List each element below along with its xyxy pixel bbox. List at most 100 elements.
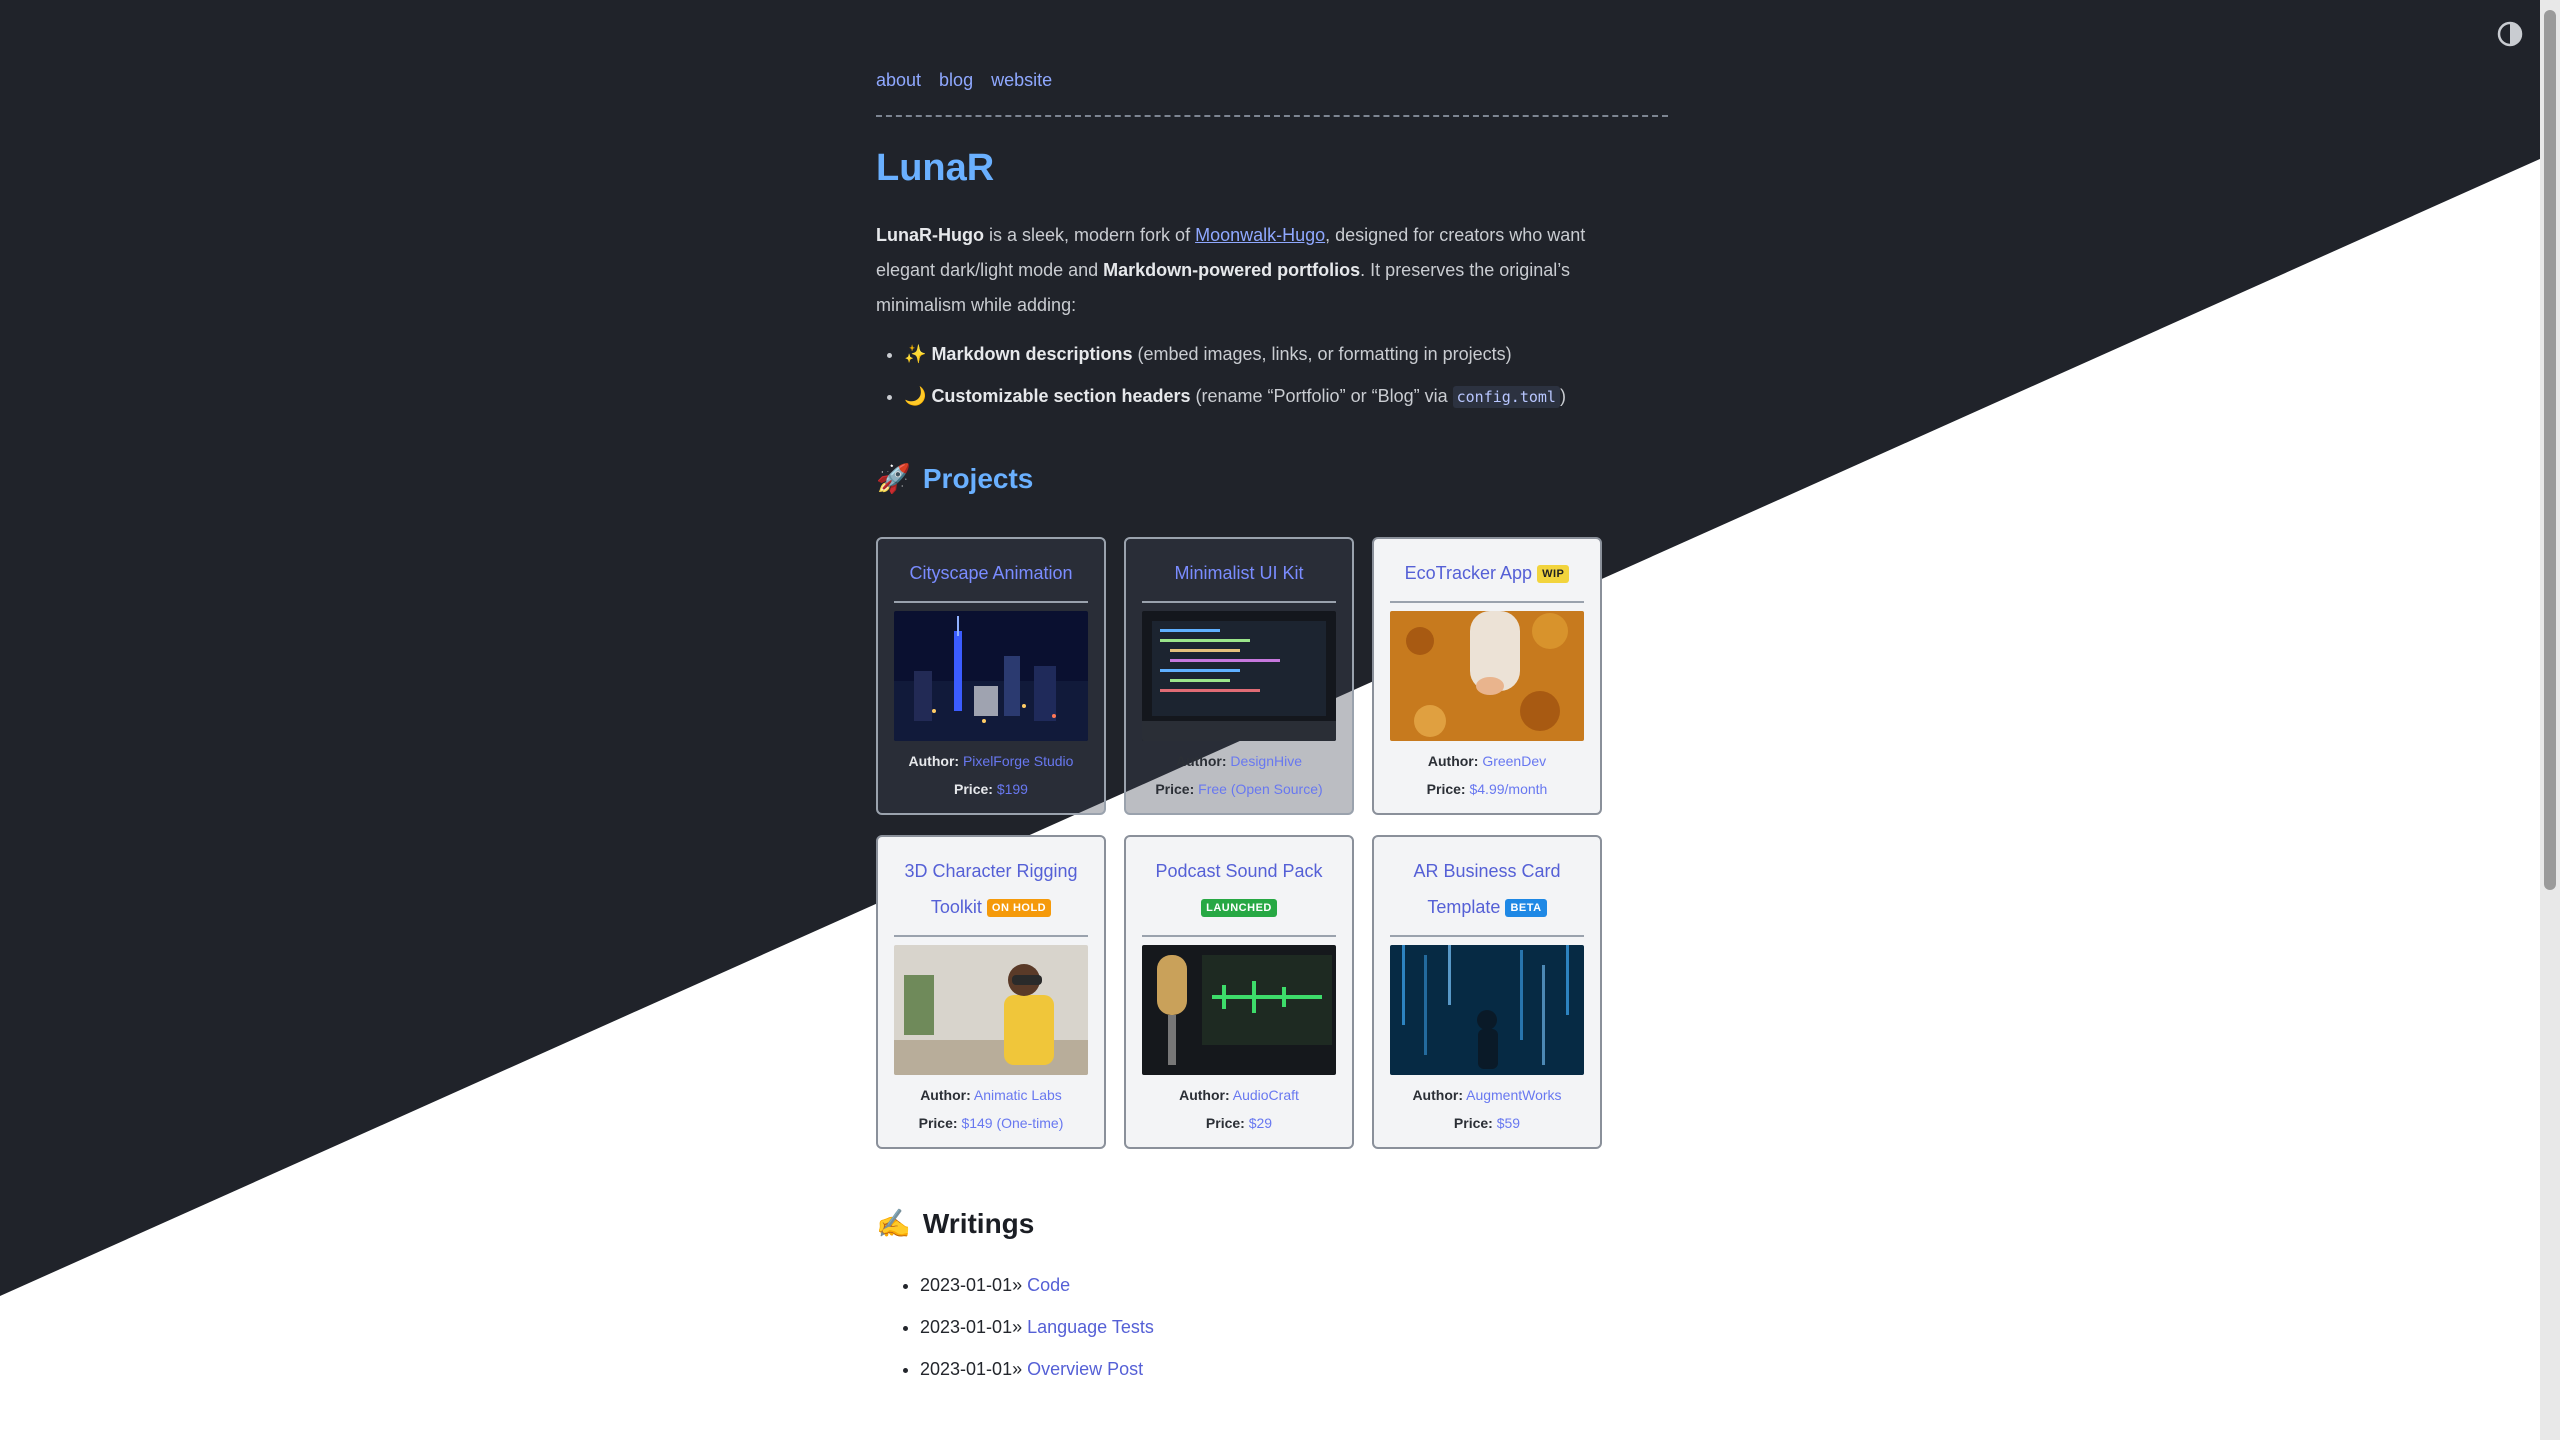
- theme-toggle-button[interactable]: [2496, 20, 2524, 48]
- city-night-image: [894, 611, 1088, 741]
- project-title[interactable]: Podcast Sound Pack LAUNCHED: [1142, 853, 1336, 937]
- price-value[interactable]: Free (Open Source): [1198, 781, 1323, 797]
- writing-link[interactable]: Code: [1027, 1275, 1070, 1295]
- status-badge-beta: BETA: [1505, 899, 1547, 918]
- audio-microphone-image: [1142, 945, 1336, 1075]
- feature-title: Markdown descriptions: [931, 344, 1133, 364]
- writing-item: 2023-01-01» Overview Post: [920, 1348, 1668, 1390]
- author-label: Author:: [1175, 753, 1227, 769]
- nav-divider: [876, 115, 1668, 117]
- project-title[interactable]: Minimalist UI Kit: [1142, 555, 1336, 603]
- rocket-icon: 🚀: [876, 463, 911, 494]
- crescent-moon-icon: 🌙: [904, 386, 927, 406]
- config-code: config.toml: [1452, 386, 1560, 408]
- status-badge-on-hold: ON HOLD: [986, 899, 1052, 918]
- author-link[interactable]: AugmentWorks: [1466, 1087, 1561, 1103]
- project-card[interactable]: Cityscape Animation Author: PixelForge S…: [876, 537, 1106, 815]
- author-label: Author:: [1179, 1087, 1230, 1103]
- code-screen-image: [1142, 611, 1336, 741]
- status-badge-launched: LAUNCHED: [1201, 899, 1277, 918]
- vr-person-image: [894, 945, 1088, 1075]
- nav-link-blog[interactable]: blog: [939, 70, 973, 91]
- writings-heading-label: Writings: [922, 1207, 1035, 1239]
- author-label: Author:: [1412, 1087, 1463, 1103]
- project-title[interactable]: AR Business Card Template BETA: [1390, 853, 1584, 937]
- sparkles-icon: ✨: [904, 344, 927, 364]
- author-label: Author:: [908, 753, 960, 769]
- author-link[interactable]: Animatic Labs: [974, 1087, 1062, 1103]
- intro-bold-2: Markdown-powered portfolios: [1103, 260, 1361, 280]
- scrollbar[interactable]: [2540, 0, 2560, 1440]
- main-content: about blog website LunaR LunaR-Hugo is a…: [876, 70, 1668, 1390]
- feature-list: ✨ Markdown descriptions (embed images, l…: [904, 333, 1668, 418]
- price-label: Price:: [918, 1115, 958, 1131]
- project-image-digital-rain[interactable]: [1390, 945, 1584, 1075]
- nav-link-website[interactable]: website: [991, 70, 1052, 91]
- project-title-text[interactable]: Podcast Sound Pack: [1155, 861, 1322, 881]
- author-link[interactable]: AudioCraft: [1233, 1087, 1299, 1103]
- status-badge-wip: WIP: [1537, 565, 1570, 584]
- writing-link[interactable]: Language Tests: [1027, 1317, 1154, 1337]
- author-link[interactable]: PixelForge Studio: [963, 753, 1074, 769]
- project-title-text[interactable]: Cityscape Animation: [909, 563, 1072, 583]
- project-image-autumn-hands[interactable]: [1390, 611, 1584, 741]
- feature-text: (embed images, links, or formatting in p…: [1132, 344, 1512, 364]
- feature-item: ✨ Markdown descriptions (embed images, l…: [904, 333, 1668, 375]
- price-label: Price:: [954, 781, 993, 797]
- project-meta: Author: AugmentWorks Price: $59: [1390, 1081, 1584, 1137]
- project-image-audio-mixer[interactable]: [1142, 945, 1336, 1075]
- price-value[interactable]: $59: [1497, 1115, 1520, 1131]
- project-meta: Author: DesignHive Price: Free (Open Sou…: [1142, 747, 1336, 803]
- site-title: LunaR: [876, 147, 995, 189]
- writing-date: 2023-01-01»: [920, 1317, 1023, 1337]
- price-label: Price:: [1205, 1115, 1245, 1131]
- author-label: Author:: [920, 1087, 971, 1103]
- feature-text: (rename “Portfolio” or “Blog” via: [1190, 386, 1453, 406]
- project-card[interactable]: Podcast Sound Pack LAUNCHED Author: Audio…: [1124, 835, 1354, 1149]
- projects-grid: Cityscape Animation Author: PixelForge S…: [876, 537, 1668, 1149]
- project-card[interactable]: 3D Character Rigging Toolkit ON HOLD Aut…: [876, 835, 1106, 1149]
- price-value[interactable]: $149 (One-time): [961, 1115, 1063, 1131]
- nav-link-about[interactable]: about: [876, 70, 921, 91]
- writing-link[interactable]: Overview Post: [1027, 1359, 1143, 1379]
- feature-text-tail: ): [1559, 386, 1566, 406]
- price-value[interactable]: $29: [1249, 1115, 1272, 1131]
- writing-item: 2023-01-01» Code: [920, 1264, 1668, 1306]
- projects-heading: 🚀 Projects: [876, 462, 1668, 495]
- project-title[interactable]: Cityscape Animation: [894, 555, 1088, 603]
- author-label: Author:: [1427, 753, 1479, 769]
- price-value[interactable]: $4.99/month: [1469, 781, 1547, 797]
- top-nav: about blog website: [876, 70, 1668, 91]
- project-image-vr-headset[interactable]: [894, 945, 1088, 1075]
- writing-hand-icon: ✍️: [876, 1208, 911, 1239]
- project-card[interactable]: AR Business Card Template BETA Author: A…: [1372, 835, 1602, 1149]
- project-meta: Author: AudioCraft Price: $29: [1142, 1081, 1336, 1137]
- writings-list: 2023-01-01» Code 2023-01-01» Language Te…: [920, 1264, 1668, 1390]
- project-card[interactable]: Minimalist UI Kit Author: DesignHive Pri…: [1124, 537, 1354, 815]
- intro-text-1: is a sleek, modern fork of: [983, 225, 1196, 245]
- writing-date: 2023-01-01»: [920, 1275, 1023, 1295]
- intro-brand: LunaR-Hugo: [876, 225, 984, 245]
- scrollbar-thumb[interactable]: [2544, 10, 2556, 890]
- project-meta: Author: PixelForge Studio Price: $199: [894, 747, 1088, 803]
- project-image-city-night[interactable]: [894, 611, 1088, 741]
- feature-item: 🌙 Customizable section headers (rename “…: [904, 375, 1668, 418]
- moonwalk-hugo-link[interactable]: Moonwalk-Hugo: [1195, 225, 1325, 245]
- digital-rain-image: [1390, 945, 1584, 1075]
- projects-heading-label: Projects: [922, 462, 1034, 494]
- author-link[interactable]: DesignHive: [1230, 753, 1302, 769]
- feature-title: Customizable section headers: [931, 386, 1191, 406]
- project-meta: Author: GreenDev Price: $4.99/month: [1390, 747, 1584, 803]
- author-link[interactable]: GreenDev: [1482, 753, 1546, 769]
- contrast-icon: [2497, 21, 2523, 47]
- project-card[interactable]: EcoTracker App WIP Author: GreenDev Pric…: [1372, 537, 1602, 815]
- price-value[interactable]: $199: [997, 781, 1028, 797]
- project-title-text[interactable]: Minimalist UI Kit: [1174, 563, 1303, 583]
- project-title[interactable]: 3D Character Rigging Toolkit ON HOLD: [894, 853, 1088, 937]
- project-title-text[interactable]: EcoTracker App: [1405, 563, 1532, 583]
- project-title[interactable]: EcoTracker App WIP: [1390, 555, 1584, 603]
- price-label: Price:: [1426, 781, 1466, 797]
- project-image-code-screen[interactable]: [1142, 611, 1336, 741]
- writings-heading: ✍️ Writings: [876, 1207, 1668, 1240]
- price-label: Price:: [1155, 781, 1195, 797]
